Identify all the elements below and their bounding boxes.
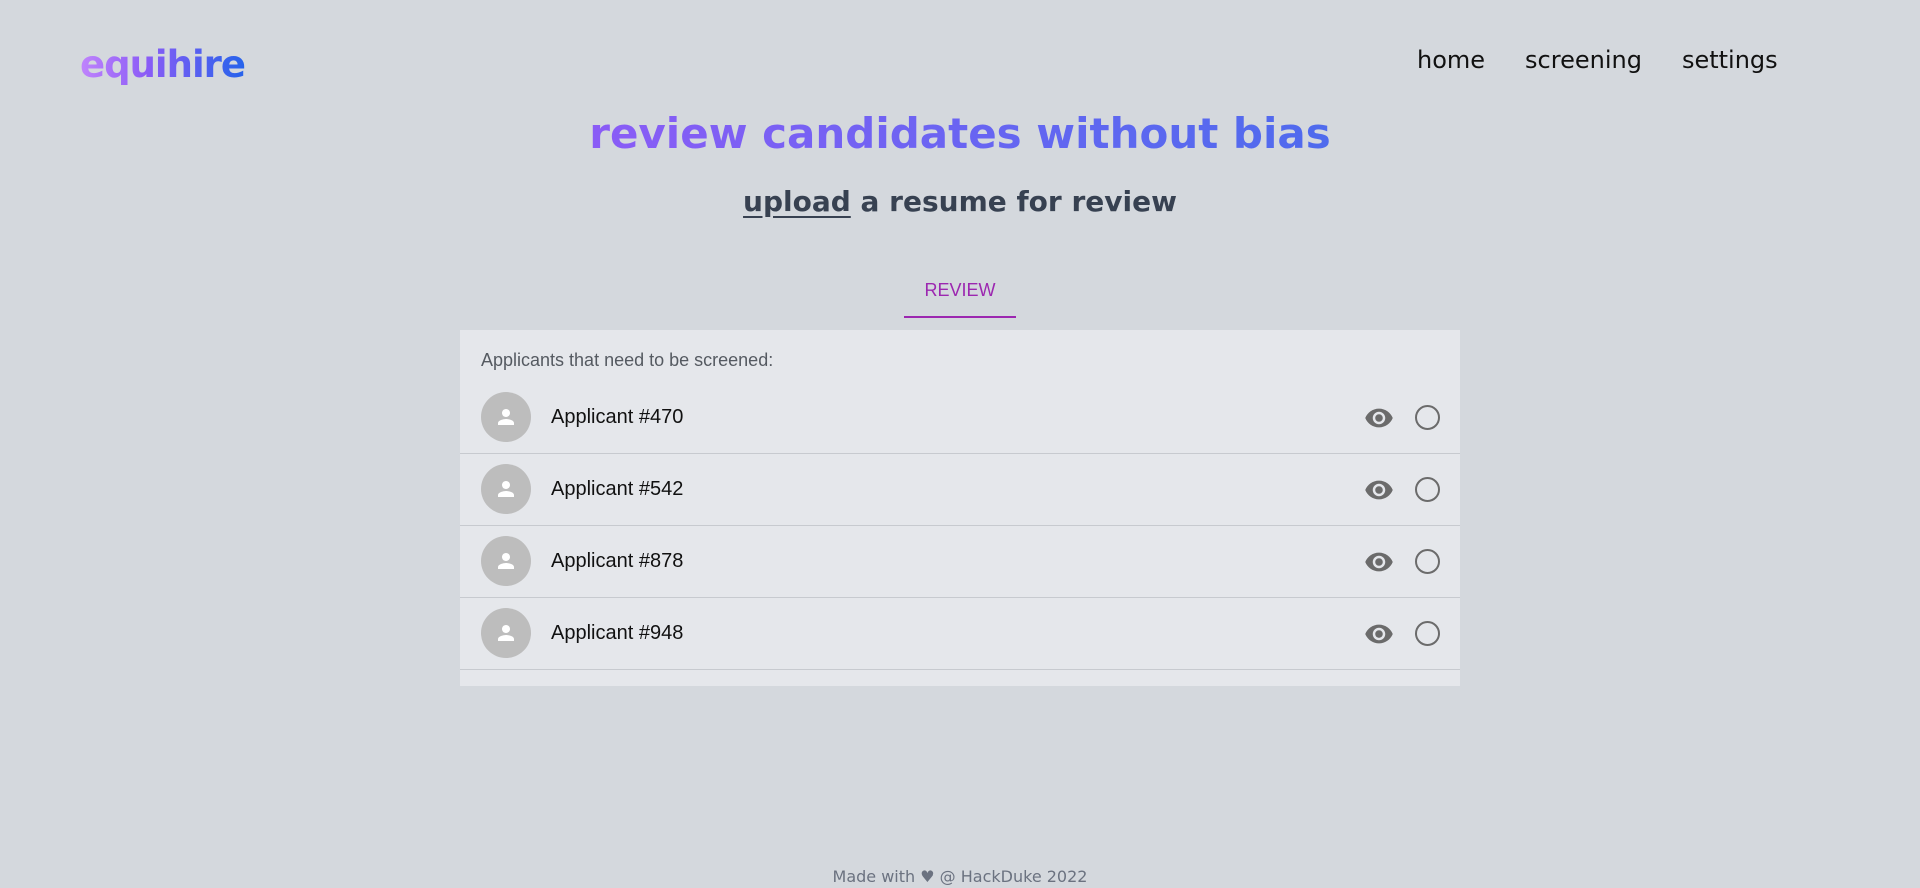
select-radio[interactable] bbox=[1415, 477, 1440, 502]
select-radio[interactable] bbox=[1415, 405, 1440, 430]
page-subtitle: upload a resume for review bbox=[0, 182, 1920, 222]
tab-review[interactable]: REVIEW bbox=[904, 272, 1016, 318]
list-item: Applicant #948 bbox=[460, 598, 1460, 670]
brand-logo[interactable]: equihire bbox=[80, 40, 246, 90]
applicants-panel: Applicants that need to be screened: App… bbox=[460, 330, 1460, 686]
eye-icon[interactable] bbox=[1364, 475, 1394, 505]
applicant-label: Applicant #542 bbox=[551, 478, 684, 500]
page: equihire home screening settings review … bbox=[0, 0, 1920, 888]
person-icon bbox=[498, 625, 514, 641]
person-icon bbox=[498, 409, 514, 425]
nav-item-settings[interactable]: settings bbox=[1682, 40, 1778, 80]
nav-item-home[interactable]: home bbox=[1417, 40, 1485, 80]
subtitle-text: a resume for review bbox=[850, 185, 1177, 218]
panel-header: Applicants that need to be screened: bbox=[481, 350, 774, 370]
top-nav: home screening settings bbox=[1417, 40, 1778, 80]
avatar bbox=[481, 608, 531, 658]
select-radio[interactable] bbox=[1415, 549, 1440, 574]
person-icon bbox=[498, 553, 514, 569]
list-item: Applicant #878 bbox=[460, 526, 1460, 598]
page-title: review candidates without bias bbox=[0, 104, 1920, 164]
upload-link[interactable]: upload bbox=[743, 185, 851, 218]
nav-item-screening[interactable]: screening bbox=[1525, 40, 1642, 80]
list-item: Applicant #470 bbox=[460, 382, 1460, 454]
eye-icon[interactable] bbox=[1364, 403, 1394, 433]
select-radio[interactable] bbox=[1415, 621, 1440, 646]
eye-icon[interactable] bbox=[1364, 547, 1394, 577]
avatar bbox=[481, 392, 531, 442]
person-icon bbox=[498, 481, 514, 497]
applicant-label: Applicant #470 bbox=[551, 406, 684, 428]
list-item: Applicant #542 bbox=[460, 454, 1460, 526]
footer-text: Made with ♥ @ HackDuke 2022 bbox=[832, 867, 1088, 886]
page-title-text: review candidates without bias bbox=[589, 109, 1331, 158]
applicant-label: Applicant #878 bbox=[551, 550, 684, 572]
applicant-label: Applicant #948 bbox=[551, 622, 684, 644]
eye-icon[interactable] bbox=[1364, 619, 1394, 649]
avatar bbox=[481, 464, 531, 514]
avatar bbox=[481, 536, 531, 586]
